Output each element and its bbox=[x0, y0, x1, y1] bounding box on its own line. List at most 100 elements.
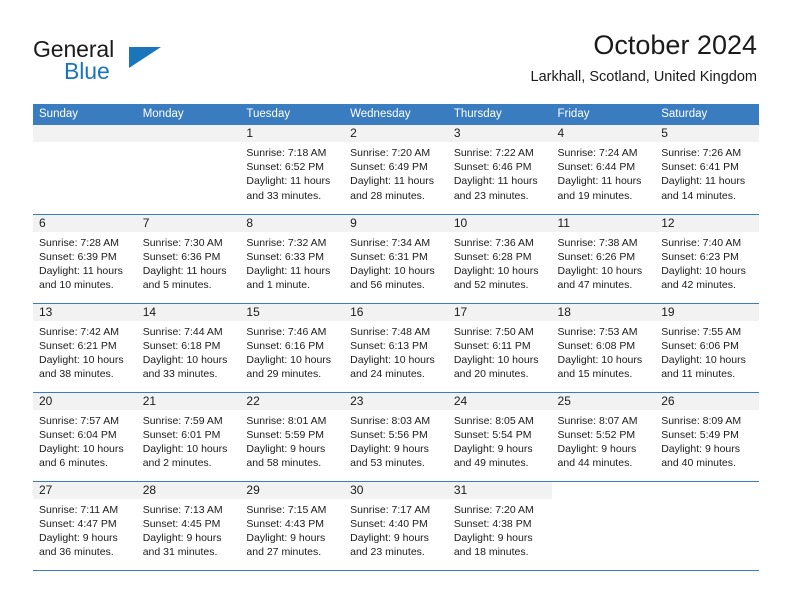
daylight-duration: Daylight: 10 hours and 11 minutes. bbox=[661, 353, 746, 381]
daylight-duration: Daylight: 9 hours and 58 minutes. bbox=[246, 442, 326, 470]
day-number: 19 bbox=[655, 303, 759, 321]
day-sun-info: Sunrise: 7:15 AM Sunset: 4:43 PM Daylight:… bbox=[240, 499, 344, 560]
sunset-time: Sunset: 6:44 PM bbox=[557, 161, 636, 174]
day-cell-inner bbox=[655, 482, 759, 570]
day-cell-inner: 11 Sunrise: 7:38 AM Sunset: 6:26 PM Dayligh… bbox=[551, 214, 656, 303]
calendar-day-cell[interactable]: 31 Sunrise: 7:20 AM Sunset: 4:38 PM Dayligh… bbox=[447, 480, 552, 571]
daylight-duration: Daylight: 9 hours and 31 minutes. bbox=[142, 531, 222, 559]
calendar-day-cell[interactable]: 27 Sunrise: 7:11 AM Sunset: 4:47 PM Dayligh… bbox=[33, 480, 137, 571]
calendar-body: 1 Sunrise: 7:18 AM Sunset: 6:52 PM Daylight… bbox=[33, 125, 759, 571]
calendar-day-cell[interactable]: 18 Sunrise: 7:53 AM Sunset: 6:08 PM Dayligh… bbox=[551, 302, 656, 392]
day-sun-info: Sunrise: 7:34 AM Sunset: 6:31 PM Daylight:… bbox=[344, 232, 448, 293]
calendar-day-cell[interactable]: 25 Sunrise: 8:07 AM Sunset: 5:52 PM Dayligh… bbox=[551, 391, 656, 481]
calendar-day-cell[interactable]: 26 Sunrise: 8:09 AM Sunset: 5:49 PM Dayligh… bbox=[655, 391, 759, 481]
sunrise-time: Sunrise: 7:53 AM bbox=[557, 325, 638, 338]
daylight-duration: Daylight: 9 hours and 36 minutes. bbox=[39, 531, 118, 559]
sunset-time: Sunset: 5:49 PM bbox=[661, 428, 739, 441]
day-cell-inner: 17 Sunrise: 7:50 AM Sunset: 6:11 PM Dayligh… bbox=[447, 303, 552, 392]
daylight-duration: Daylight: 10 hours and 15 minutes. bbox=[557, 353, 643, 381]
sunset-time: Sunset: 4:43 PM bbox=[246, 517, 325, 530]
page-title: October 2024 bbox=[593, 30, 757, 60]
sunrise-time: Sunrise: 7:34 AM bbox=[350, 236, 431, 249]
day-sun-info: Sunrise: 8:09 AM Sunset: 5:49 PM Daylight:… bbox=[655, 410, 759, 471]
sunrise-time: Sunrise: 8:09 AM bbox=[661, 414, 742, 427]
calendar-day-cell[interactable]: 2 Sunrise: 7:20 AM Sunset: 6:49 PM Daylight… bbox=[344, 125, 448, 214]
page-header: General Blue October 2024 Larkhall, Scot… bbox=[0, 0, 792, 100]
day-cell-inner: 15 Sunrise: 7:46 AM Sunset: 6:16 PM Dayligh… bbox=[240, 303, 345, 392]
calendar-day-cell[interactable]: 10 Sunrise: 7:36 AM Sunset: 6:28 PM Dayligh… bbox=[447, 213, 552, 303]
day-cell-inner: 30 Sunrise: 7:17 AM Sunset: 4:40 PM Dayligh… bbox=[344, 481, 448, 570]
day-number bbox=[552, 482, 656, 499]
calendar-day-cell[interactable]: 20 Sunrise: 7:57 AM Sunset: 6:04 PM Dayligh… bbox=[33, 391, 137, 481]
calendar-day-cell[interactable]: 5 Sunrise: 7:26 AM Sunset: 6:41 PM Daylight… bbox=[655, 125, 759, 214]
day-sun-info: Sunrise: 7:40 AM Sunset: 6:23 PM Daylight:… bbox=[655, 232, 759, 293]
calendar-day-cell[interactable]: 9 Sunrise: 7:34 AM Sunset: 6:31 PM Daylight… bbox=[344, 213, 448, 303]
day-cell-inner bbox=[552, 482, 656, 570]
calendar-day-cell[interactable]: 24 Sunrise: 8:05 AM Sunset: 5:54 PM Dayligh… bbox=[447, 391, 552, 481]
day-cell-inner: 5 Sunrise: 7:26 AM Sunset: 6:41 PM Daylight… bbox=[655, 125, 759, 214]
day-number: 15 bbox=[240, 303, 345, 321]
daylight-duration: Daylight: 10 hours and 20 minutes. bbox=[453, 353, 539, 381]
calendar-day-cell-empty bbox=[655, 480, 759, 571]
sunrise-time: Sunrise: 7:55 AM bbox=[661, 325, 742, 338]
weekday-header-sunday: Sunday bbox=[33, 104, 137, 125]
calendar-day-cell[interactable]: 28 Sunrise: 7:13 AM Sunset: 4:45 PM Dayligh… bbox=[136, 480, 241, 571]
daylight-duration: Daylight: 11 hours and 23 minutes. bbox=[453, 175, 538, 202]
day-number: 4 bbox=[551, 125, 656, 142]
sunset-time: Sunset: 6:49 PM bbox=[350, 161, 428, 174]
day-number: 6 bbox=[33, 214, 137, 232]
calendar-day-cell[interactable]: 12 Sunrise: 7:40 AM Sunset: 6:23 PM Dayligh… bbox=[655, 213, 759, 303]
day-number: 5 bbox=[655, 125, 759, 142]
day-number: 25 bbox=[551, 392, 656, 410]
calendar-day-cell[interactable]: 13 Sunrise: 7:42 AM Sunset: 6:21 PM Dayligh… bbox=[33, 302, 137, 392]
calendar-day-cell[interactable]: 4 Sunrise: 7:24 AM Sunset: 6:44 PM Daylight… bbox=[551, 125, 656, 214]
sunset-time: Sunset: 6:16 PM bbox=[246, 339, 325, 352]
day-sun-info: Sunrise: 7:57 AM Sunset: 6:04 PM Daylight:… bbox=[33, 410, 137, 471]
day-number: 31 bbox=[447, 481, 552, 499]
daylight-duration: Daylight: 11 hours and 28 minutes. bbox=[350, 175, 434, 202]
day-number: 11 bbox=[551, 214, 656, 232]
day-sun-info: Sunrise: 7:24 AM Sunset: 6:44 PM Daylight:… bbox=[552, 142, 656, 203]
calendar-day-cell[interactable]: 19 Sunrise: 7:55 AM Sunset: 6:06 PM Dayligh… bbox=[655, 302, 759, 392]
calendar-day-cell[interactable]: 3 Sunrise: 7:22 AM Sunset: 6:46 PM Daylight… bbox=[447, 125, 552, 214]
calendar-day-cell[interactable]: 8 Sunrise: 7:32 AM Sunset: 6:33 PM Daylight… bbox=[240, 213, 345, 303]
sunrise-time: Sunrise: 7:20 AM bbox=[453, 503, 534, 516]
day-cell-inner: 19 Sunrise: 7:55 AM Sunset: 6:06 PM Dayligh… bbox=[655, 303, 759, 392]
calendar-day-cell[interactable]: 14 Sunrise: 7:44 AM Sunset: 6:18 PM Dayligh… bbox=[136, 302, 241, 392]
calendar-day-cell[interactable]: 16 Sunrise: 7:48 AM Sunset: 6:13 PM Dayligh… bbox=[344, 302, 448, 392]
calendar-day-cell[interactable]: 6 Sunrise: 7:28 AM Sunset: 6:39 PM Daylight… bbox=[33, 213, 137, 303]
daylight-duration: Daylight: 10 hours and 29 minutes. bbox=[246, 353, 332, 381]
day-number: 1 bbox=[240, 125, 345, 142]
calendar-day-cell[interactable]: 23 Sunrise: 8:03 AM Sunset: 5:56 PM Dayligh… bbox=[344, 391, 448, 481]
day-number: 9 bbox=[344, 214, 448, 232]
sunset-time: Sunset: 6:18 PM bbox=[142, 339, 221, 352]
sunrise-time: Sunrise: 7:20 AM bbox=[350, 147, 431, 159]
sunrise-time: Sunrise: 7:38 AM bbox=[557, 236, 638, 249]
day-cell-inner: 14 Sunrise: 7:44 AM Sunset: 6:18 PM Dayligh… bbox=[136, 303, 241, 392]
daylight-duration: Daylight: 10 hours and 52 minutes. bbox=[453, 264, 539, 292]
weekday-header-row: Sunday Monday Tuesday Wednesday Thursday… bbox=[33, 104, 759, 125]
day-cell-inner: 12 Sunrise: 7:40 AM Sunset: 6:23 PM Dayligh… bbox=[655, 214, 759, 303]
daylight-duration: Daylight: 11 hours and 1 minute. bbox=[246, 264, 331, 292]
calendar-day-cell[interactable]: 29 Sunrise: 7:15 AM Sunset: 4:43 PM Dayligh… bbox=[240, 480, 345, 571]
day-cell-inner: 27 Sunrise: 7:11 AM Sunset: 4:47 PM Dayligh… bbox=[33, 481, 137, 570]
sunset-time: Sunset: 5:54 PM bbox=[453, 428, 532, 441]
day-cell-inner: 16 Sunrise: 7:48 AM Sunset: 6:13 PM Dayligh… bbox=[344, 303, 448, 392]
calendar-day-cell[interactable]: 22 Sunrise: 8:01 AM Sunset: 5:59 PM Dayligh… bbox=[240, 391, 345, 481]
day-cell-inner: 7 Sunrise: 7:30 AM Sunset: 6:36 PM Daylight… bbox=[136, 214, 241, 303]
logo-triangle-icon bbox=[129, 47, 161, 68]
calendar-day-cell[interactable]: 11 Sunrise: 7:38 AM Sunset: 6:26 PM Dayligh… bbox=[551, 213, 656, 303]
calendar-day-cell[interactable]: 15 Sunrise: 7:46 AM Sunset: 6:16 PM Dayligh… bbox=[240, 302, 345, 392]
day-cell-inner bbox=[33, 125, 137, 214]
sunrise-time: Sunrise: 8:05 AM bbox=[453, 414, 534, 427]
day-cell-inner: 18 Sunrise: 7:53 AM Sunset: 6:08 PM Dayligh… bbox=[551, 303, 656, 392]
calendar-day-cell[interactable]: 21 Sunrise: 7:59 AM Sunset: 6:01 PM Dayligh… bbox=[136, 391, 241, 481]
calendar-day-cell[interactable]: 7 Sunrise: 7:30 AM Sunset: 6:36 PM Daylight… bbox=[136, 213, 241, 303]
sunrise-time: Sunrise: 7:36 AM bbox=[453, 236, 534, 249]
day-sun-info: Sunrise: 7:20 AM Sunset: 6:49 PM Daylight:… bbox=[344, 142, 448, 203]
calendar-day-cell[interactable]: 30 Sunrise: 7:17 AM Sunset: 4:40 PM Dayligh… bbox=[344, 480, 448, 571]
general-blue-logo[interactable]: General Blue bbox=[33, 36, 273, 88]
calendar-day-cell[interactable]: 1 Sunrise: 7:18 AM Sunset: 6:52 PM Daylight… bbox=[240, 125, 345, 214]
calendar-day-cell[interactable]: 17 Sunrise: 7:50 AM Sunset: 6:11 PM Dayligh… bbox=[447, 302, 552, 392]
daylight-duration: Daylight: 11 hours and 33 minutes. bbox=[246, 175, 331, 202]
